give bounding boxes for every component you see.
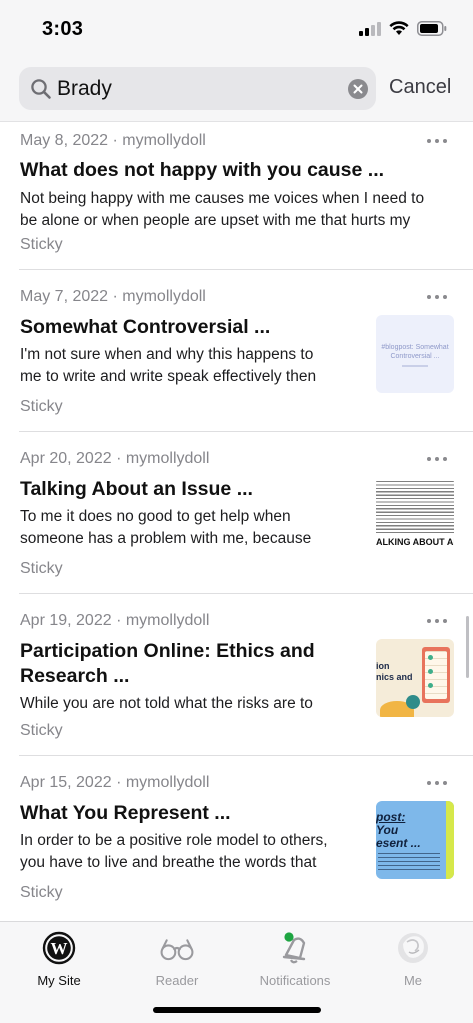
status-icons: [359, 21, 447, 36]
search-results-list[interactable]: May 8, 2022 · mymollydoll What does not …: [0, 121, 473, 921]
post-excerpt-line: Not being happy with me causes me voices…: [20, 190, 425, 207]
post-item[interactable]: Apr 15, 2022 · mymollydoll What You Repr…: [0, 756, 473, 921]
cellular-signal-icon: [359, 21, 381, 36]
thumbnail-text-line: Controversial ...: [390, 353, 440, 360]
post-title[interactable]: Talking About an Issue ...: [20, 477, 253, 502]
tab-label: Notifications: [259, 973, 331, 988]
glasses-icon: [160, 939, 194, 961]
more-options-icon[interactable]: [427, 454, 449, 464]
post-date-author: Apr 19, 2022 · mymollydoll: [20, 612, 210, 629]
post-date-author: May 7, 2022 · mymollydoll: [20, 288, 206, 305]
post-title[interactable]: What does not happy with you cause ...: [20, 158, 384, 183]
search-icon: [31, 79, 51, 99]
close-icon: [353, 84, 363, 94]
sticky-tag: Sticky: [20, 560, 63, 577]
search-input[interactable]: [57, 67, 347, 110]
tab-label: Reader: [155, 973, 199, 988]
post-item[interactable]: Apr 19, 2022 · mymollydoll Participation…: [0, 594, 473, 756]
post-excerpt-line: In order to be a positive role model to …: [20, 832, 328, 849]
post-item[interactable]: May 8, 2022 · mymollydoll What does not …: [0, 122, 473, 270]
post-title[interactable]: Participation Online: Ethics and Researc…: [20, 639, 315, 689]
bell-icon: [282, 932, 306, 964]
post-excerpt: Not being happy with me causes me voices…: [20, 188, 424, 232]
notification-badge-dot: [284, 932, 294, 942]
text-page-thumbnail[interactable]: ALKING ABOUT AN: [376, 477, 454, 555]
post-item[interactable]: May 7, 2022 · mymollydoll Somewhat Contr…: [0, 270, 473, 432]
post-title[interactable]: Somewhat Controversial ...: [20, 315, 270, 340]
cancel-button[interactable]: Cancel: [389, 76, 451, 99]
thumbnail-text-line: esent ...: [376, 836, 421, 850]
more-options-icon[interactable]: [427, 778, 449, 788]
thumbnail-text-line: ion: [376, 661, 390, 671]
more-options-icon[interactable]: [427, 292, 449, 302]
post-title-line: Research ...: [20, 665, 130, 687]
post-date-author: May 8, 2022 · mymollydoll: [20, 132, 206, 149]
sticky-tag: Sticky: [20, 398, 63, 415]
home-indicator: [153, 1007, 321, 1013]
post-excerpt-line: While you are not told what the risks ar…: [20, 695, 313, 712]
thumbnail-text-line: ALKING ABOUT AN: [376, 537, 454, 547]
status-bar: 3:03: [0, 0, 473, 58]
wordpress-icon: W: [42, 931, 76, 965]
post-date-author: Apr 15, 2022 · mymollydoll: [20, 774, 210, 791]
more-options-icon[interactable]: [427, 136, 449, 146]
wifi-icon: [389, 21, 409, 35]
blue-poster-thumbnail[interactable]: post: You esent ...: [376, 801, 454, 879]
post-excerpt-line: you have to live and breathe the words t…: [20, 854, 317, 871]
svg-text:W: W: [51, 939, 68, 958]
avatar-icon: [398, 933, 428, 963]
search-bar[interactable]: [19, 67, 376, 110]
post-date-author: Apr 20, 2022 · mymollydoll: [20, 450, 210, 467]
post-excerpt: In order to be a positive role model to …: [20, 830, 328, 874]
tab-notifications[interactable]: Notifications: [236, 930, 354, 988]
scroll-indicator[interactable]: [466, 616, 469, 678]
post-excerpt: While you are not told what the risks ar…: [20, 693, 313, 715]
post-excerpt-line: To me it does no good to get help when: [20, 508, 291, 525]
thumbnail-text-line: #blogpost: Somewhat: [381, 344, 449, 351]
post-excerpt-line: be alone or when people are upset with m…: [20, 212, 411, 229]
post-title[interactable]: What You Represent ...: [20, 801, 231, 826]
notebook-illustration-thumbnail[interactable]: ion nics and: [376, 639, 454, 717]
tab-me[interactable]: Me: [354, 930, 472, 988]
post-excerpt-line: someone has a problem with me, because: [20, 530, 312, 547]
post-excerpt: I'm not sure when and why this happens t…: [20, 344, 316, 388]
post-excerpt: To me it does no good to get help when s…: [20, 506, 311, 550]
blogpost-thumbnail[interactable]: #blogpost: Somewhat Controversial ...: [376, 315, 454, 393]
post-excerpt-line: me to write and write speak effectively …: [20, 368, 317, 385]
sticky-tag: Sticky: [20, 722, 63, 739]
tab-label: My Site: [37, 973, 81, 988]
tab-my-site[interactable]: W My Site: [0, 930, 118, 988]
post-title-line: Participation Online: Ethics and: [20, 640, 315, 662]
post-excerpt-line: I'm not sure when and why this happens t…: [20, 346, 314, 363]
sticky-tag: Sticky: [20, 236, 63, 253]
post-item[interactable]: Apr 20, 2022 · mymollydoll Talking About…: [0, 432, 473, 594]
tab-label: Me: [403, 973, 423, 988]
more-options-icon[interactable]: [427, 616, 449, 626]
battery-icon: [417, 21, 447, 36]
clear-search-button[interactable]: [348, 79, 368, 99]
status-time: 3:03: [42, 18, 84, 40]
sticky-tag: Sticky: [20, 884, 63, 901]
thumbnail-text-line: nics and: [376, 672, 413, 682]
tab-reader[interactable]: Reader: [118, 930, 236, 988]
